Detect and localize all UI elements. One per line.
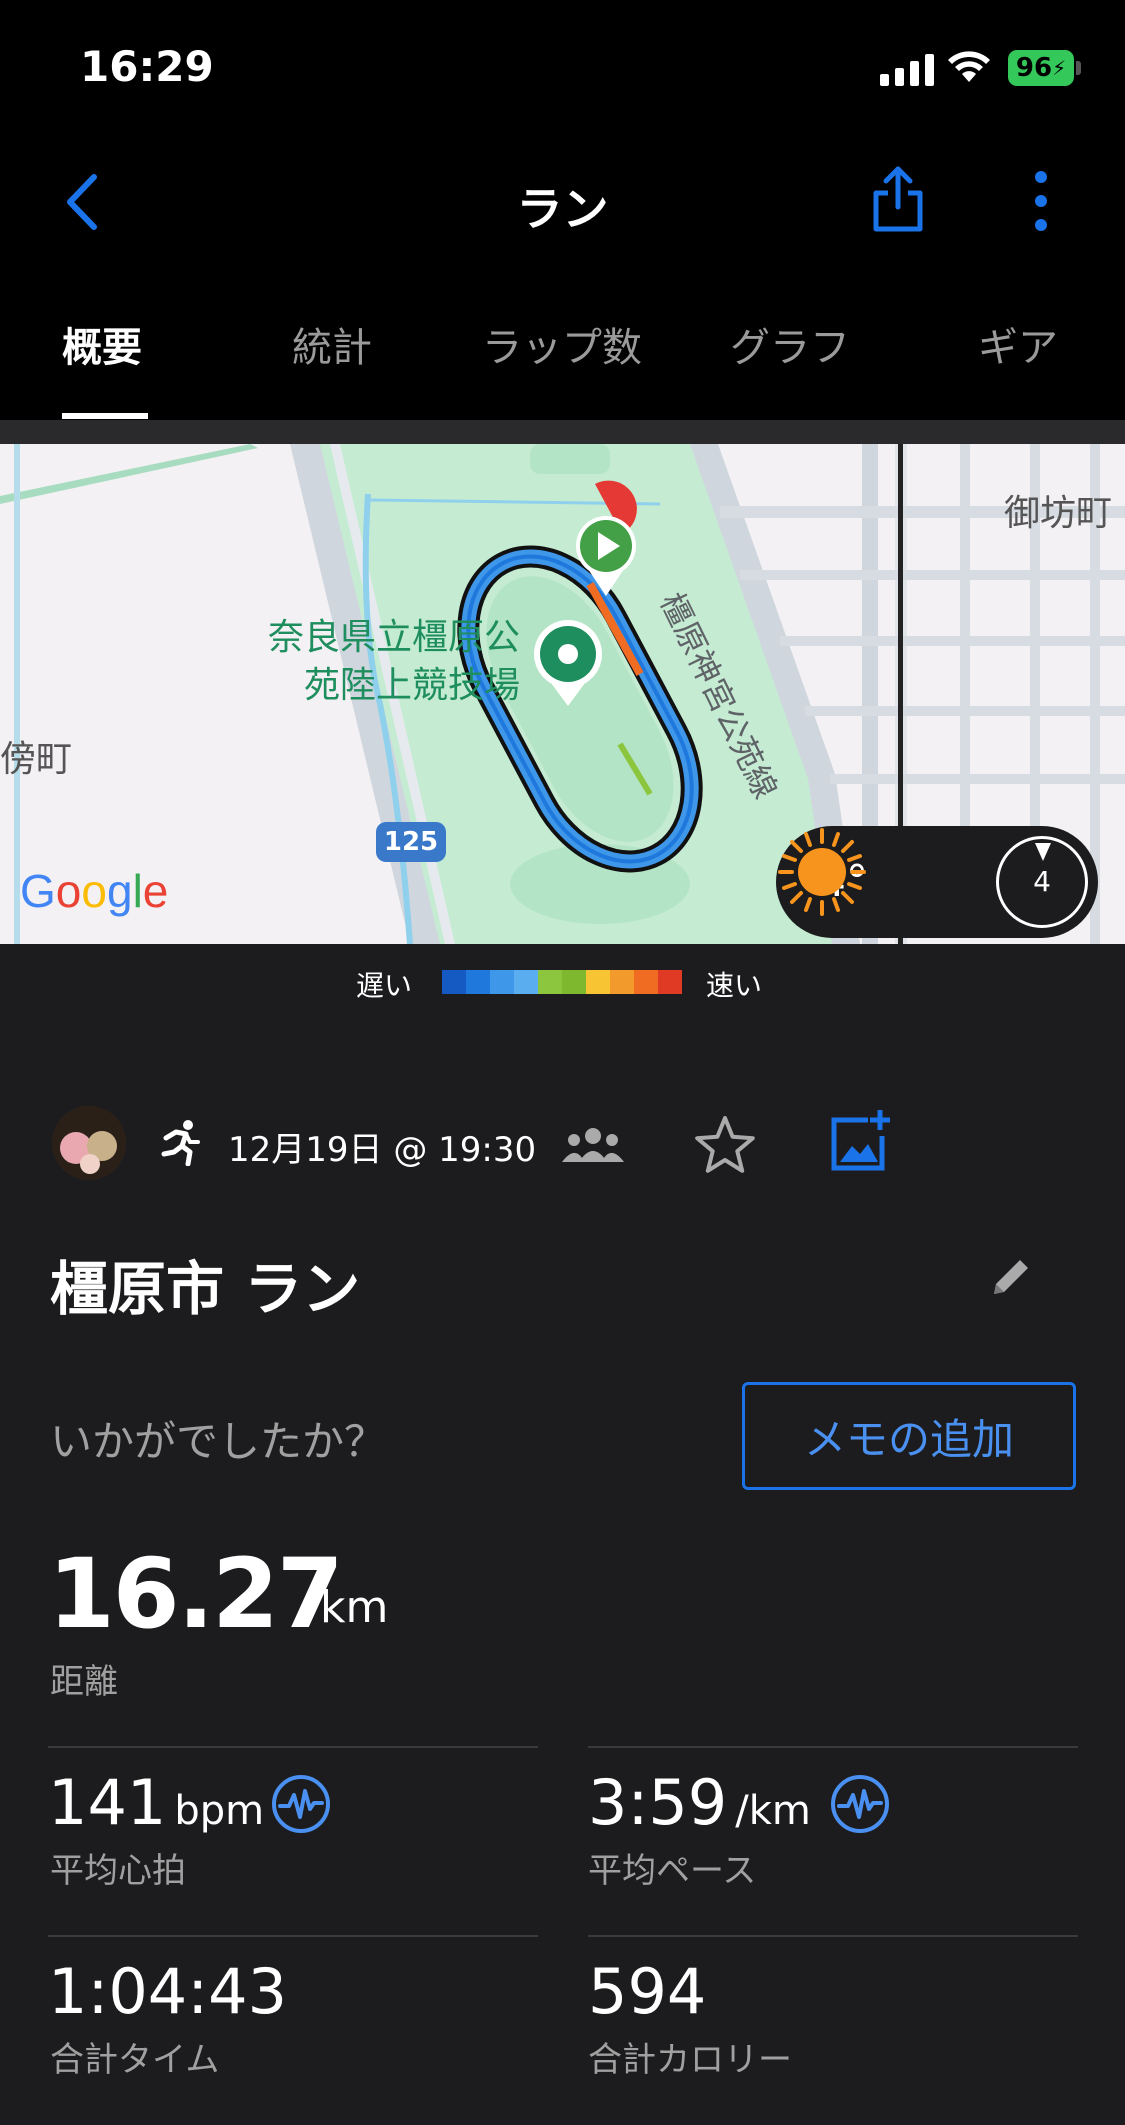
tab-overview[interactable]: 概要 bbox=[62, 315, 142, 373]
distance-unit: km bbox=[320, 1582, 389, 1633]
top-bar: ラン bbox=[0, 135, 1125, 275]
battery-level: 96 bbox=[1015, 53, 1053, 83]
avg-pace-value: 3:59/km bbox=[588, 1766, 811, 1839]
star-icon[interactable] bbox=[694, 1114, 756, 1176]
battery-indicator: 96 ⚡ bbox=[1008, 50, 1074, 86]
avatar[interactable] bbox=[52, 1106, 126, 1180]
group-icon[interactable] bbox=[562, 1126, 624, 1166]
pulse-icon[interactable] bbox=[270, 1773, 332, 1835]
distance-label: 距離 bbox=[50, 1662, 118, 1702]
wind-indicator: 4 bbox=[996, 836, 1088, 928]
add-photo-icon[interactable] bbox=[828, 1108, 892, 1174]
legend-swatch bbox=[610, 970, 634, 994]
cellular-signal-icon bbox=[880, 52, 934, 86]
avg-hr-label: 平均心拍 bbox=[50, 1851, 186, 1891]
avg-hr-unit: bpm bbox=[174, 1788, 265, 1834]
activity-date: 12月19日 @ 19:30 bbox=[228, 1130, 537, 1170]
status-bar: 16:29 96 ⚡ bbox=[0, 0, 1125, 135]
divider bbox=[588, 1746, 1078, 1748]
battery-tip bbox=[1076, 61, 1081, 75]
divider bbox=[48, 1935, 538, 1937]
legend-fast-label: 速い bbox=[706, 969, 763, 1002]
tab-indicator bbox=[62, 413, 148, 419]
calories-value: 594 bbox=[588, 1955, 707, 2028]
divider bbox=[48, 1746, 538, 1748]
stadium-label-line2: 苑陸上競技場 bbox=[303, 665, 520, 706]
avg-pace-unit: /km bbox=[735, 1788, 811, 1834]
sun-icon bbox=[778, 828, 866, 916]
legend-swatch bbox=[562, 970, 586, 994]
avg-pace-number: 3:59 bbox=[588, 1766, 728, 1839]
stadium-label: 奈良県立橿原公 苑陸上競技場 bbox=[240, 614, 520, 710]
wifi-icon bbox=[948, 51, 990, 82]
stadium-label-line1: 奈良県立橿原公 bbox=[267, 617, 520, 658]
share-icon[interactable] bbox=[868, 163, 928, 235]
tab-bar: 概要 統計 ラップ数 グラフ ギア bbox=[0, 275, 1125, 420]
legend-slow-label: 遅い bbox=[356, 969, 413, 1002]
town-label-left: 傍町 bbox=[0, 739, 73, 780]
town-label-right: 御坊町 bbox=[1004, 493, 1113, 534]
legend-swatch bbox=[634, 970, 658, 994]
legend-swatch bbox=[538, 970, 562, 994]
calories-label: 合計カロリー bbox=[588, 2040, 792, 2080]
more-icon[interactable] bbox=[1026, 169, 1056, 233]
legend-color-bar bbox=[442, 970, 682, 994]
legend-swatch bbox=[442, 970, 466, 994]
activity-name: 橿原市 ラン bbox=[50, 1255, 361, 1323]
feel-question: いかがでしたか？ bbox=[50, 1417, 387, 1466]
divider bbox=[588, 1935, 1078, 1937]
legend-swatch bbox=[586, 970, 610, 994]
avg-pace-label: 平均ペース bbox=[588, 1851, 757, 1891]
pulse-icon[interactable] bbox=[829, 1773, 891, 1835]
legend-swatch bbox=[490, 970, 514, 994]
avg-hr-number: 141 bbox=[48, 1766, 167, 1839]
tab-laps[interactable]: ラップ数 bbox=[482, 315, 642, 373]
avg-hr-value: 141 bpm bbox=[48, 1766, 264, 1839]
status-time: 16:29 bbox=[80, 42, 214, 91]
legend-swatch bbox=[658, 970, 682, 994]
weather-widget[interactable]: 4° 4 bbox=[776, 826, 1098, 938]
route-shield: 125 bbox=[376, 822, 446, 862]
section-gap bbox=[0, 420, 1125, 444]
tab-graph[interactable]: グラフ bbox=[730, 315, 850, 373]
add-memo-button[interactable]: メモの追加 bbox=[742, 1382, 1076, 1490]
route-map[interactable]: 奈良県立橿原公 苑陸上競技場 橿原神宮公苑線 御坊町 傍町 125 Google… bbox=[0, 444, 1125, 944]
total-time-value: 1:04:43 bbox=[48, 1955, 288, 2028]
google-logo: Google bbox=[20, 865, 169, 917]
tab-gear[interactable]: ギア bbox=[978, 315, 1058, 373]
page-title: ラン bbox=[516, 182, 609, 236]
speed-legend: 遅い 速い bbox=[0, 958, 1125, 1002]
tab-stats[interactable]: 統計 bbox=[292, 315, 372, 373]
run-icon bbox=[161, 1120, 200, 1166]
legend-swatch bbox=[514, 970, 538, 994]
distance-value: 16.27 bbox=[48, 1538, 344, 1650]
total-time-label: 合計タイム bbox=[50, 2040, 220, 2080]
avatar-image bbox=[52, 1106, 126, 1180]
legend-swatch bbox=[466, 970, 490, 994]
edit-icon[interactable] bbox=[990, 1254, 1034, 1298]
